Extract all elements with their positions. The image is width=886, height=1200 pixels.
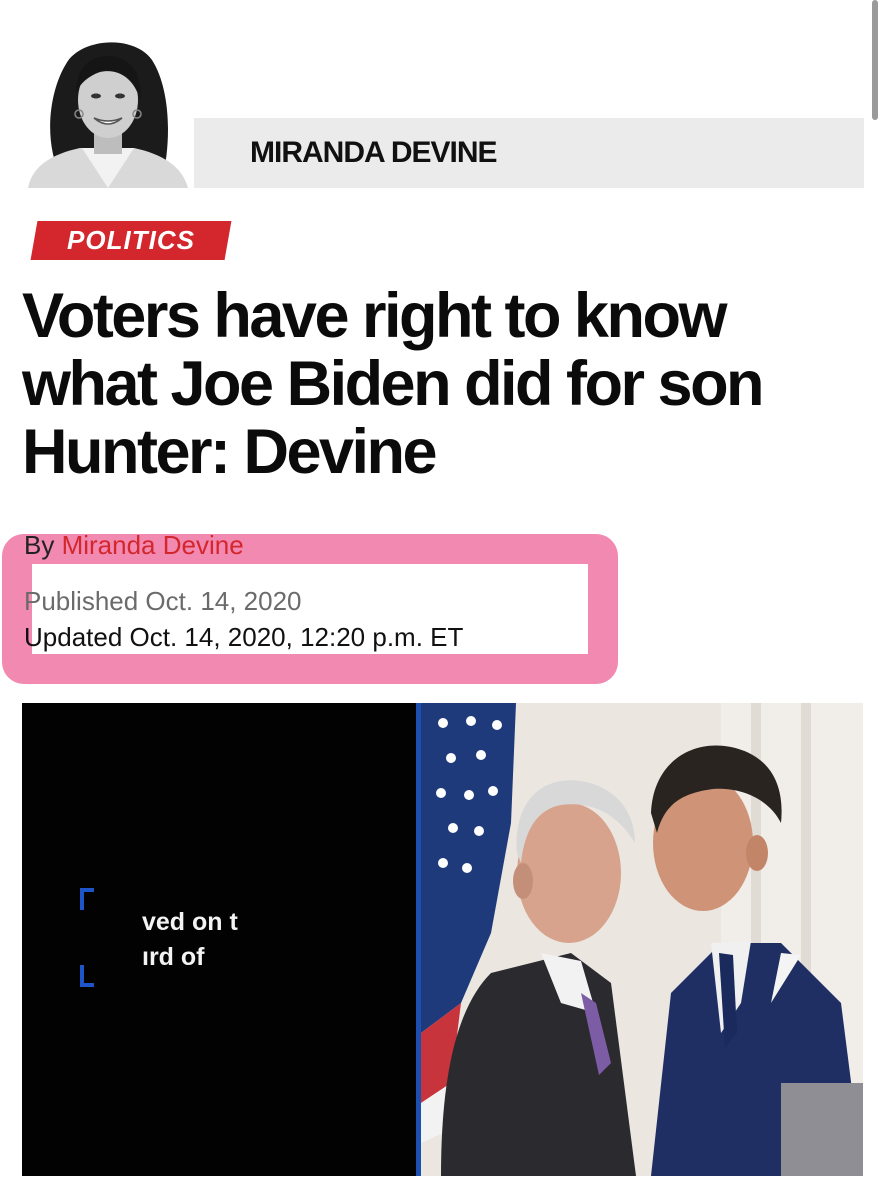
hero-video-frame: ved on t ırd of bbox=[22, 703, 416, 1176]
byline-author-link[interactable]: Miranda Devine bbox=[62, 530, 244, 560]
caption-bracket-icon bbox=[80, 888, 94, 910]
author-photo[interactable] bbox=[22, 30, 194, 188]
scrollbar[interactable] bbox=[872, 0, 878, 120]
video-caption-text: ırd of bbox=[142, 943, 205, 971]
headline-line: Voters have right to know bbox=[22, 281, 727, 351]
article-headline: Voters have right to know what Joe Biden… bbox=[22, 282, 852, 486]
section-tag[interactable]: POLITICS bbox=[30, 221, 232, 260]
author-header: MIRANDA DEVINE bbox=[22, 30, 864, 188]
hero-photo bbox=[421, 703, 863, 1176]
byline: By Miranda Devine bbox=[24, 530, 244, 561]
video-caption-text: ved on t bbox=[142, 908, 238, 936]
author-name-bar[interactable]: MIRANDA DEVINE bbox=[192, 118, 864, 188]
byline-prefix: By bbox=[24, 530, 55, 560]
hero-image[interactable]: ved on t ırd of bbox=[22, 703, 863, 1176]
published-date: Published Oct. 14, 2020 bbox=[24, 586, 302, 616]
headline-line: what Joe Biden did for son bbox=[22, 349, 765, 419]
updated-date: Updated Oct. 14, 2020, 12:20 p.m. ET bbox=[24, 622, 464, 652]
author-name[interactable]: MIRANDA DEVINE bbox=[250, 136, 498, 170]
headline-line: Hunter: Devine bbox=[22, 417, 438, 487]
caption-bracket-icon bbox=[80, 965, 94, 987]
section-tag-label[interactable]: POLITICS bbox=[34, 221, 228, 260]
